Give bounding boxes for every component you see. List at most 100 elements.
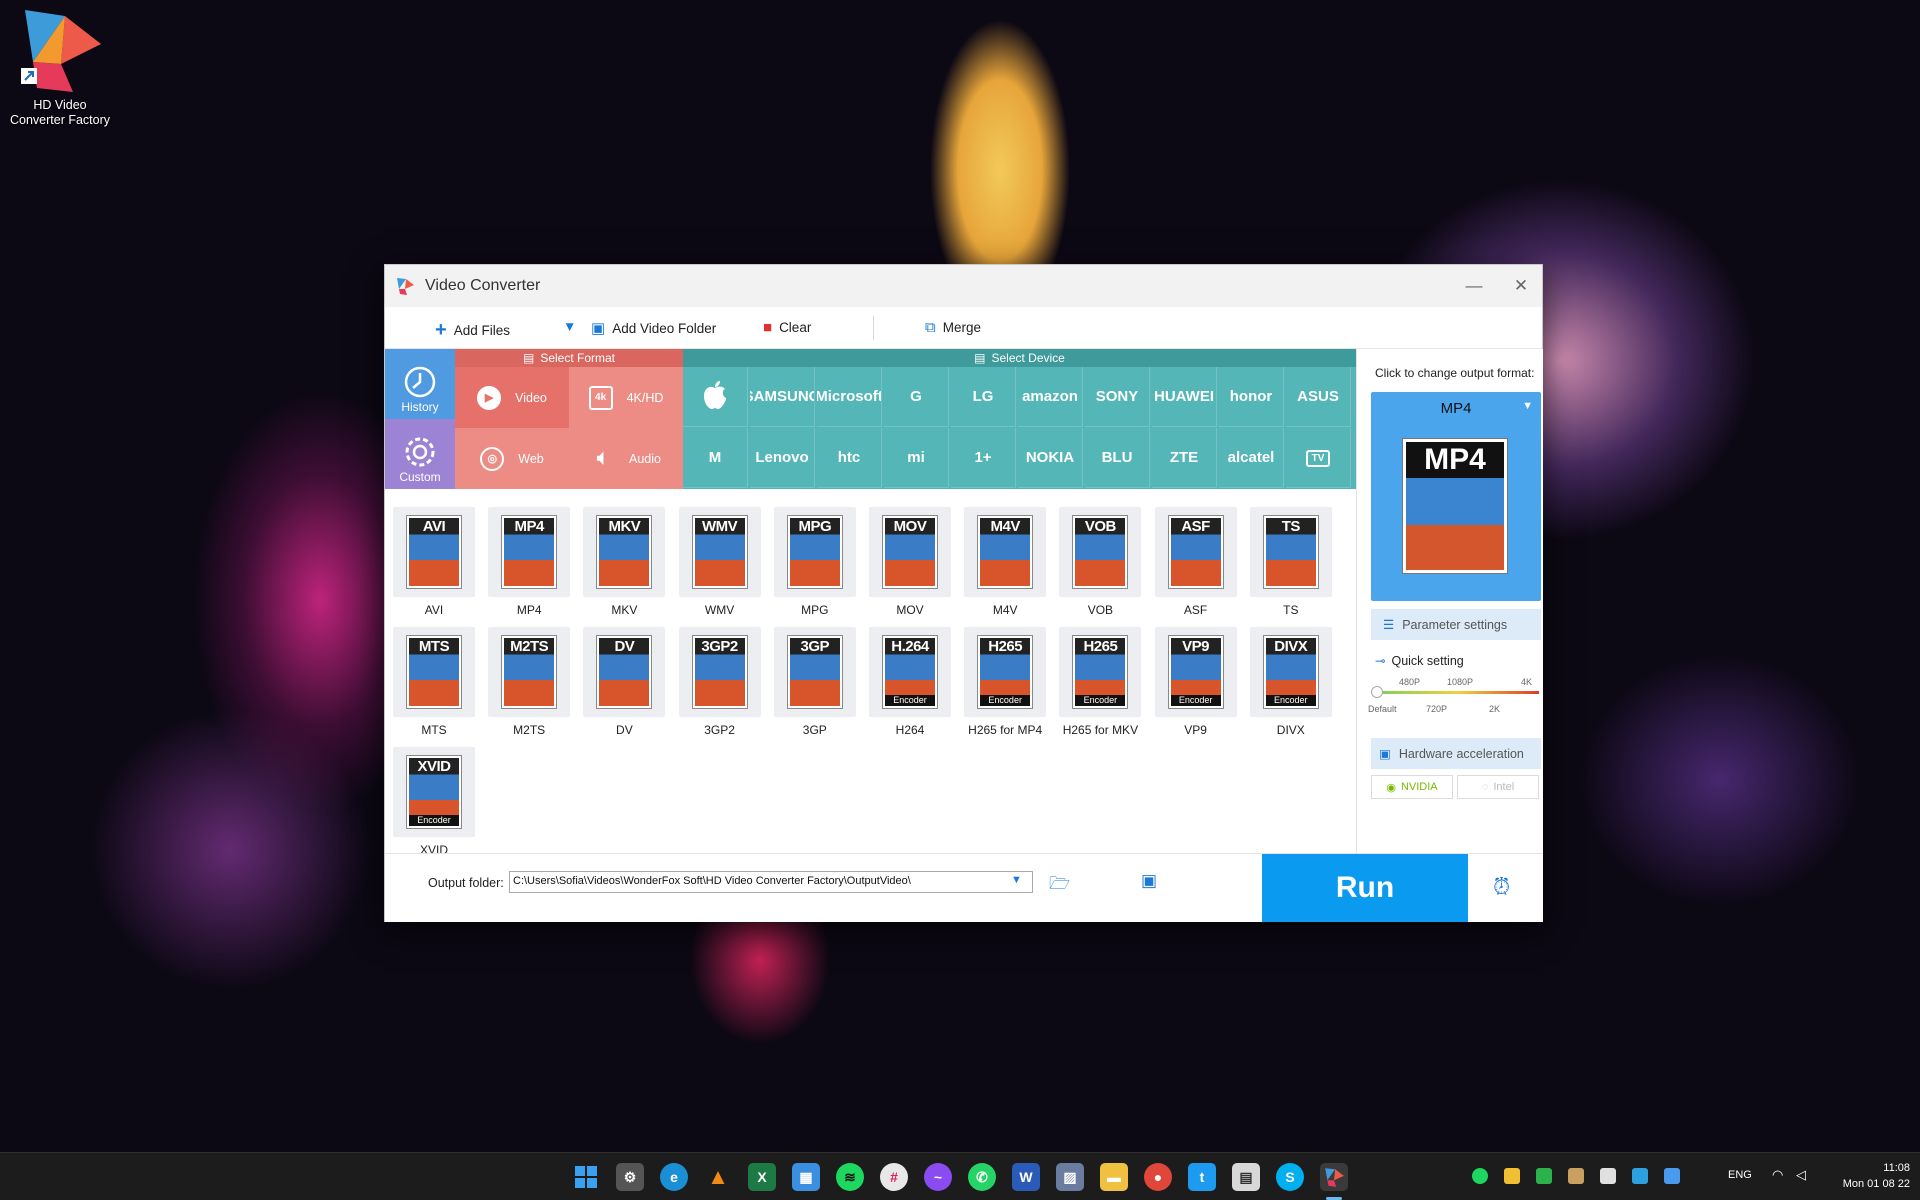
output-folder-dropdown[interactable]: ▼ bbox=[1011, 874, 1022, 886]
format-tile-xvid[interactable]: XVID Encoder XVID bbox=[393, 747, 475, 857]
device-brand-5[interactable]: amazon bbox=[1018, 367, 1083, 427]
category-video[interactable]: ▶ Video bbox=[455, 367, 569, 428]
skype-icon[interactable]: S bbox=[1276, 1163, 1304, 1191]
device-brand-8[interactable]: honor bbox=[1219, 367, 1284, 427]
app-tray-icon[interactable] bbox=[1568, 1168, 1584, 1184]
format-tile-mts[interactable]: MTS MTS bbox=[393, 627, 475, 737]
device-brand-13[interactable]: mi bbox=[884, 428, 949, 488]
merge-button[interactable]: ⧉ Merge bbox=[925, 319, 981, 336]
format-tile-m2ts[interactable]: M2TS M2TS bbox=[488, 627, 571, 737]
start-icon[interactable] bbox=[572, 1163, 600, 1191]
history-button[interactable]: History bbox=[385, 349, 455, 419]
custom-button[interactable]: Custom bbox=[385, 419, 455, 489]
format-tile-3gp2[interactable]: 3GP2 3GP2 bbox=[678, 627, 761, 737]
clock[interactable]: 11:08 Mon 01 08 22 bbox=[1820, 1160, 1910, 1192]
bluetooth-tray-icon[interactable] bbox=[1632, 1168, 1648, 1184]
device-brand-11[interactable]: Lenovo bbox=[750, 428, 815, 488]
clear-button[interactable]: ■ Clear bbox=[763, 319, 811, 336]
device-brand-1[interactable]: SAMSUNG bbox=[750, 367, 815, 427]
device-brand-16[interactable]: BLU bbox=[1085, 428, 1150, 488]
intel-option[interactable]: ◌ Intel bbox=[1457, 775, 1539, 799]
add-files-dropdown[interactable]: ▼ bbox=[563, 319, 576, 334]
device-brand-10[interactable]: M bbox=[683, 428, 748, 488]
format-tile-m4v[interactable]: M4V M4V bbox=[964, 507, 1047, 617]
format-tile-divx[interactable]: DIVX Encoder DIVX bbox=[1249, 627, 1332, 737]
device-brand-0[interactable] bbox=[683, 367, 748, 427]
spotify-tray-icon[interactable] bbox=[1472, 1168, 1488, 1184]
device-brand-2[interactable]: Microsoft bbox=[817, 367, 882, 427]
device-brand-18[interactable]: alcatel bbox=[1219, 428, 1284, 488]
device-brand-12[interactable]: htc bbox=[817, 428, 882, 488]
category-web[interactable]: ◎ Web bbox=[455, 428, 569, 489]
format-tile-ts[interactable]: TS TS bbox=[1249, 507, 1332, 617]
usb-tray-icon[interactable] bbox=[1600, 1168, 1616, 1184]
format-tile-wmv[interactable]: WMV WMV bbox=[678, 507, 761, 617]
device-brand-17[interactable]: ZTE bbox=[1152, 428, 1217, 488]
browse-folder-button[interactable]: 🗁︎ bbox=[1049, 871, 1073, 893]
parameter-settings-button[interactable]: ☰ Parameter settings bbox=[1371, 609, 1541, 640]
format-tile-h265-for-mp4[interactable]: H265 Encoder H265 for MP4 bbox=[964, 627, 1047, 737]
volume-icon[interactable]: ◁ bbox=[1796, 1167, 1806, 1183]
twitter-icon[interactable]: t bbox=[1188, 1163, 1216, 1191]
device-brand-4[interactable]: LG bbox=[951, 367, 1016, 427]
vlc-icon[interactable]: ▲ bbox=[704, 1163, 732, 1191]
format-tile-dv[interactable]: DV DV bbox=[583, 627, 666, 737]
device-brand-14[interactable]: 1+ bbox=[951, 428, 1016, 488]
bottom-bar: Output folder: C:\Users\Sofia\Videos\Won… bbox=[385, 853, 1543, 922]
format-tile-vp9[interactable]: VP9 Encoder VP9 bbox=[1154, 627, 1237, 737]
store-icon[interactable]: ▦ bbox=[792, 1163, 820, 1191]
selected-format-card[interactable]: MP4 ▼ MP4 bbox=[1371, 392, 1541, 601]
add-video-folder-button[interactable]: ▣ Add Video Folder bbox=[591, 319, 716, 337]
nvidia-option[interactable]: ◉ NVIDIA bbox=[1371, 775, 1453, 799]
calendar-icon[interactable]: ▤ bbox=[1232, 1163, 1260, 1191]
open-output-folder-button[interactable]: ▣ bbox=[1141, 871, 1165, 893]
photos-icon[interactable]: ▨ bbox=[1056, 1163, 1084, 1191]
app-logo-icon bbox=[15, 4, 105, 96]
format-tile-h265-for-mkv[interactable]: H265 Encoder H265 for MKV bbox=[1059, 627, 1142, 737]
run-button[interactable]: Run bbox=[1262, 854, 1468, 922]
wifi-icon[interactable]: ◠ bbox=[1772, 1167, 1783, 1183]
format-tile-mkv[interactable]: MKV MKV bbox=[583, 507, 666, 617]
spotify-icon[interactable]: ≋ bbox=[836, 1163, 864, 1191]
whatsapp-icon[interactable]: ✆ bbox=[968, 1163, 996, 1191]
format-tile-mp4[interactable]: MP4 MP4 bbox=[488, 507, 571, 617]
device-brand-6[interactable]: SONY bbox=[1085, 367, 1150, 427]
messenger-icon[interactable]: ~ bbox=[924, 1163, 952, 1191]
format-tile-vob[interactable]: VOB VOB bbox=[1059, 507, 1142, 617]
desktop-shortcut-hd-video-converter[interactable]: HD Video Converter Factory bbox=[6, 4, 114, 128]
settings-icon[interactable]: ⚙ bbox=[616, 1163, 644, 1191]
device-brand-3[interactable]: G bbox=[884, 367, 949, 427]
hd-video-converter-taskbar-icon[interactable] bbox=[1320, 1163, 1348, 1191]
file-explorer-icon[interactable]: ▬ bbox=[1100, 1163, 1128, 1191]
language-indicator[interactable]: ENG bbox=[1728, 1169, 1752, 1181]
quality-slider[interactable]: 480P 1080P 4K Default 720P 2K bbox=[1368, 677, 1541, 727]
device-brand-7[interactable]: HUAWEI bbox=[1152, 367, 1217, 427]
check-tray-icon[interactable] bbox=[1536, 1168, 1552, 1184]
slack-icon[interactable]: # bbox=[880, 1163, 908, 1191]
close-button[interactable]: ✕ bbox=[1498, 265, 1544, 307]
drive-tray-icon[interactable] bbox=[1504, 1168, 1520, 1184]
format-tile-asf[interactable]: ASF ASF bbox=[1154, 507, 1237, 617]
format-tile-avi[interactable]: AVI AVI bbox=[393, 507, 475, 617]
quality-slider-thumb[interactable] bbox=[1371, 686, 1383, 698]
format-tile-box: 3GP2 bbox=[678, 627, 761, 717]
hardware-acceleration-button[interactable]: ▣ Hardware acceleration bbox=[1371, 738, 1541, 769]
add-files-button[interactable]: + Add Files bbox=[435, 319, 510, 342]
cloud-tray-icon[interactable] bbox=[1664, 1168, 1680, 1184]
format-tile-mov[interactable]: MOV MOV bbox=[869, 507, 951, 617]
device-brand-9[interactable]: ASUS bbox=[1286, 367, 1351, 427]
schedule-button[interactable]: ⏰︎ bbox=[1493, 874, 1521, 902]
device-brand-19[interactable]: TV bbox=[1286, 428, 1351, 488]
word-icon[interactable]: W bbox=[1012, 1163, 1040, 1191]
device-brand-15[interactable]: NOKIA bbox=[1018, 428, 1083, 488]
chrome-icon[interactable]: ● bbox=[1144, 1163, 1172, 1191]
excel-icon[interactable]: X bbox=[748, 1163, 776, 1191]
format-tile-mpg[interactable]: MPG MPG bbox=[773, 507, 856, 617]
output-folder-input[interactable]: C:\Users\Sofia\Videos\WonderFox Soft\HD … bbox=[509, 871, 1033, 893]
category-audio[interactable]: 🔈︎ Audio bbox=[569, 428, 683, 489]
minimize-button[interactable]: — bbox=[1451, 265, 1497, 307]
category-4k-hd[interactable]: 4k 4K/HD bbox=[569, 367, 683, 428]
format-tile-h264[interactable]: H.264 Encoder H264 bbox=[869, 627, 951, 737]
edge-icon[interactable]: e bbox=[660, 1163, 688, 1191]
format-tile-3gp[interactable]: 3GP 3GP bbox=[773, 627, 856, 737]
